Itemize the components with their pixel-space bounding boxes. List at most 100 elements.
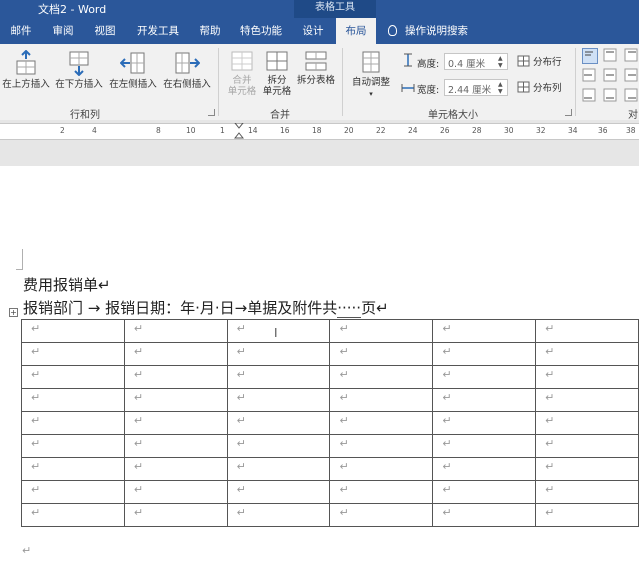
tab-mailings[interactable]: 邮件 xyxy=(2,18,40,44)
table-cell[interactable]: ↵ xyxy=(226,503,331,527)
table-cell[interactable]: ↵ xyxy=(329,480,434,504)
align-middle-left-button[interactable] xyxy=(582,68,598,84)
table-cell[interactable]: ↵ xyxy=(21,434,125,458)
table-cell[interactable]: ↵ xyxy=(123,457,228,481)
horizontal-ruler[interactable]: 2 4 8 10 1 14 16 18 20 22 24 26 28 30 32… xyxy=(0,123,639,140)
table-cell[interactable]: ↵ xyxy=(226,365,331,389)
table-cell[interactable]: ↵ xyxy=(329,342,434,366)
align-top-right-button[interactable] xyxy=(624,48,639,64)
split-cells-button[interactable]: 拆分 单元格 xyxy=(260,50,294,97)
insert-left-button[interactable]: 在左侧插入 xyxy=(106,50,160,90)
insert-above-button[interactable]: 在上方插入 xyxy=(0,50,52,90)
table-cell[interactable]: ↵ xyxy=(535,480,639,504)
table-cell[interactable]: ↵ xyxy=(123,388,228,412)
table-cell[interactable]: ↵ xyxy=(21,388,125,412)
insert-right-button[interactable]: 在右侧插入 xyxy=(160,50,214,90)
autofit-label: 自动调整 xyxy=(351,77,390,88)
table-cell[interactable]: ↵ xyxy=(535,457,639,481)
table-cell[interactable]: ↵ xyxy=(21,411,125,435)
spin-down-icon[interactable]: ▼ xyxy=(498,89,505,95)
distribute-rows-button[interactable]: 分布行 xyxy=(517,55,562,68)
table-cell[interactable]: ↵ xyxy=(21,365,125,389)
cell-end-mark: ↵ xyxy=(133,506,144,519)
table-cell[interactable]: ↵ xyxy=(226,434,331,458)
table-cell[interactable]: ↵ xyxy=(329,434,434,458)
table-cell[interactable]: ↵ xyxy=(123,503,228,527)
table-cell[interactable]: ↵ xyxy=(535,411,639,435)
table-cell[interactable]: ↵ xyxy=(123,411,228,435)
align-middle-center-button[interactable] xyxy=(603,68,619,84)
cell-end-mark: ↵ xyxy=(442,437,452,450)
table-cell[interactable]: ↵ xyxy=(329,319,434,343)
table-cell[interactable]: ↵ xyxy=(535,365,639,389)
tab-layout[interactable]: 布局 xyxy=(336,18,376,44)
table-cell[interactable]: ↵ xyxy=(432,434,537,458)
align-bottom-center-button[interactable] xyxy=(603,88,619,104)
table-cell[interactable]: ↵ xyxy=(226,319,331,343)
cell-size-launcher-icon[interactable] xyxy=(565,109,572,116)
table-cell[interactable]: ↵ xyxy=(432,480,537,504)
distribute-columns-button[interactable]: 分布列 xyxy=(517,81,562,94)
cell-end-mark: ↵ xyxy=(442,460,452,473)
align-bottom-left-button[interactable] xyxy=(582,88,598,104)
tab-features[interactable]: 特色功能 xyxy=(236,18,286,44)
table-cell[interactable]: ↵ xyxy=(432,365,537,389)
table-cell[interactable]: ↵ xyxy=(21,319,125,343)
rows-cols-launcher-icon[interactable] xyxy=(208,109,215,116)
table-cell[interactable]: ↵ xyxy=(329,365,434,389)
table-cell[interactable]: ↵ xyxy=(329,411,434,435)
table-cell[interactable]: ↵ xyxy=(123,319,228,343)
tab-help[interactable]: 帮助 xyxy=(192,18,228,44)
table-cell[interactable]: ↵ xyxy=(432,342,537,366)
table-cell[interactable]: ↵ xyxy=(535,342,639,366)
table-cell[interactable]: ↵ xyxy=(226,411,331,435)
ruler-indent-marker-icon[interactable] xyxy=(234,123,244,139)
table-cell[interactable]: ↵ xyxy=(432,388,537,412)
table-cell[interactable]: ↵ xyxy=(535,434,639,458)
table-cell[interactable]: ↵ xyxy=(535,319,639,343)
merge-cells-button[interactable]: 合并 单元格 xyxy=(224,50,260,97)
spin-down-icon[interactable]: ▼ xyxy=(498,63,505,69)
table-cell[interactable]: ↵ xyxy=(535,503,639,527)
table-cell[interactable]: ↵ xyxy=(21,503,125,527)
align-middle-right-button[interactable] xyxy=(624,68,639,84)
cell-end-mark: ↵ xyxy=(31,437,41,450)
tab-developer[interactable]: 开发工具 xyxy=(132,18,184,44)
tab-view[interactable]: 视图 xyxy=(86,18,124,44)
table-cell[interactable]: ↵ xyxy=(329,457,434,481)
tab-review[interactable]: 审阅 xyxy=(44,18,82,44)
table-cell[interactable]: ↵ xyxy=(535,388,639,412)
table-cell[interactable]: ↵ xyxy=(226,480,331,504)
align-bottom-right-button[interactable] xyxy=(624,88,639,104)
align-top-center-button[interactable] xyxy=(603,48,619,64)
table-cell[interactable]: ↵ xyxy=(21,480,125,504)
table-cell[interactable]: ↵ xyxy=(123,342,228,366)
table-cell[interactable]: ↵ xyxy=(226,342,331,366)
align-top-left-button[interactable] xyxy=(582,48,598,64)
table-cell[interactable]: ↵ xyxy=(226,388,331,412)
autofit-button[interactable]: 自动调整 ▾ xyxy=(348,50,394,100)
table-row: ↵ ↵ ↵ ↵ ↵ ↵ xyxy=(21,434,639,458)
table-cell[interactable]: ↵ xyxy=(329,388,434,412)
table-cell[interactable]: ↵ xyxy=(123,365,228,389)
text-cursor-icon: I xyxy=(274,326,278,340)
tell-me-search[interactable]: 操作说明搜索 xyxy=(388,18,468,44)
tab-design[interactable]: 设计 xyxy=(294,18,332,44)
insert-below-button[interactable]: 在下方插入 xyxy=(52,50,106,90)
table-cell[interactable]: ↵ xyxy=(432,411,537,435)
table-cell[interactable]: ↵ xyxy=(21,342,125,366)
table-cell[interactable]: ↵ xyxy=(226,457,331,481)
split-table-button[interactable]: 拆分表格 xyxy=(294,50,338,86)
table-cell[interactable]: ↵ xyxy=(123,480,228,504)
table-cell[interactable]: ↵ xyxy=(432,457,537,481)
table-cell[interactable]: ↵ xyxy=(432,319,537,343)
row-height-input[interactable]: 0.4 厘米 ▲ ▼ xyxy=(444,53,508,70)
column-width-input[interactable]: 2.44 厘米 ▲ ▼ xyxy=(444,79,508,96)
table-cell[interactable]: ↵ xyxy=(432,503,537,527)
table-cell[interactable]: ↵ xyxy=(21,457,125,481)
table-cell[interactable]: ↵ xyxy=(329,503,434,527)
table-cell[interactable]: ↵ xyxy=(123,434,228,458)
expense-table[interactable]: ↵ ↵ ↵ ↵ ↵ ↵ ↵ ↵ ↵ ↵ ↵ ↵ ↵ ↵ ↵ ↵ ↵ ↵ ↵ ↵ ↵ ↵ ↵ ↵ ↵ ↵ ↵ ↵ ↵ ↵ ↵ ↵ ↵ ↵ ↵ ↵ ↵ ↵ ↵ ↵… xyxy=(21,319,639,527)
table-move-handle-icon[interactable]: + xyxy=(9,308,18,317)
group-divider xyxy=(218,48,219,116)
